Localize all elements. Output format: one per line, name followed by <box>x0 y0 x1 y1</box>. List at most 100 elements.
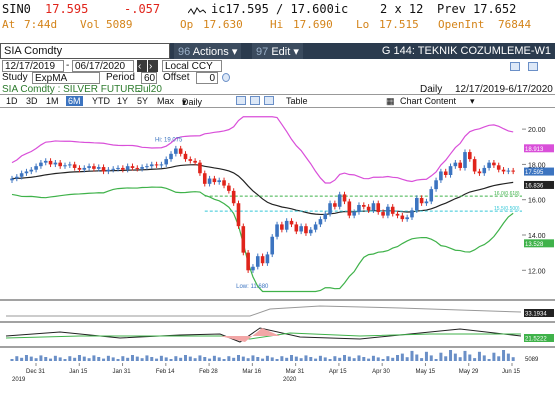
study-value: ExpMA <box>35 73 68 84</box>
end-date-field[interactable]: 06/17/2020 <box>72 60 134 72</box>
candle-chart-icon[interactable] <box>264 96 274 105</box>
volume-bar <box>343 355 347 361</box>
candle-body <box>318 219 323 225</box>
candle-body <box>429 189 434 202</box>
volume-bar <box>473 358 477 361</box>
start-date-field[interactable]: 12/17/2019 <box>2 60 64 72</box>
candle-body <box>265 254 270 264</box>
candle-body <box>77 167 82 170</box>
candle-body <box>443 171 448 175</box>
y-tick-label: 16.00 <box>528 198 546 205</box>
actions-label: Actions <box>192 46 229 58</box>
volume-bar <box>73 357 77 361</box>
x-year-label: 2019 <box>12 377 26 383</box>
period-3d[interactable]: 3D <box>26 96 38 106</box>
volume-bar <box>44 357 48 361</box>
volume-bar <box>135 356 139 361</box>
high-label: Hi <box>270 18 284 31</box>
candle-body <box>275 224 279 237</box>
volume-bar <box>261 358 265 361</box>
period-5y[interactable]: 5Y <box>137 96 148 106</box>
price-chart[interactable]: 12.0014.0016.0018.0020.0016.0(0.618)15.5… <box>0 110 555 400</box>
undo-icon[interactable] <box>510 62 520 71</box>
table-button[interactable]: Table <box>286 96 308 106</box>
volume-bar <box>183 355 187 361</box>
volume-bar <box>371 355 375 361</box>
ema-line <box>11 164 514 216</box>
volume-bar <box>53 355 57 361</box>
period-1y[interactable]: 1Y <box>117 96 128 106</box>
next-period-button[interactable]: › <box>148 60 158 72</box>
candle-body <box>270 236 275 255</box>
volume-bar <box>169 359 173 361</box>
candle-body <box>390 206 395 214</box>
security-field[interactable]: SIA Comdty <box>0 43 170 59</box>
candle-body <box>154 164 159 166</box>
chevron-down-icon[interactable]: ▾ <box>470 96 475 107</box>
redo-icon[interactable] <box>528 62 538 71</box>
volume-bar <box>270 357 274 361</box>
x-tick-label: Apr 30 <box>372 369 390 375</box>
candle-body <box>352 212 356 216</box>
bid-ask: ic17.595 / 17.600ic <box>211 2 349 16</box>
volume-bar <box>241 356 245 361</box>
candle-body <box>43 160 48 163</box>
volume-bar <box>203 357 207 361</box>
period-input[interactable]: 60 <box>141 72 157 84</box>
chart-content-button[interactable]: Chart Content <box>400 96 456 106</box>
volume-bar <box>463 350 467 361</box>
quote-line-2: At 7:44d Vol 5089 Op 17.630 Hi 17.690 Lo… <box>0 18 555 31</box>
offset-input[interactable]: 0 <box>196 72 218 84</box>
period-1m[interactable]: 1M <box>46 96 59 106</box>
volume-bar <box>367 358 371 361</box>
period-6m[interactable]: 6M <box>66 96 83 106</box>
candle-body <box>361 205 366 207</box>
actions-menu[interactable]: 96 Actions ▾ <box>174 43 242 59</box>
currency-select[interactable]: Local CCY <box>162 60 222 72</box>
volume-bar <box>217 357 221 361</box>
period-max[interactable]: Max <box>157 96 174 106</box>
chevron-right-icon: › <box>149 61 153 72</box>
study-select[interactable]: ExpMA <box>32 72 100 84</box>
volume-bar <box>381 359 385 361</box>
candle-body <box>434 180 438 190</box>
volume-bar <box>323 357 327 361</box>
volume-bar <box>77 355 81 361</box>
edit-menu[interactable]: 97 Edit ▾ <box>252 43 303 59</box>
volume-bar <box>92 355 96 361</box>
volume-bar <box>49 358 53 361</box>
volume-bar <box>400 353 404 361</box>
period-1d[interactable]: 1D <box>6 96 18 106</box>
candle-body <box>87 166 91 168</box>
candle-body <box>82 167 87 170</box>
volume-bar <box>357 355 361 361</box>
volume-bar <box>280 356 284 361</box>
time-value: 7:44d <box>24 18 58 31</box>
volume-bar <box>410 350 414 361</box>
candle-body <box>149 164 154 167</box>
candle-body <box>96 167 101 169</box>
x-tick-label: May 15 <box>415 369 435 375</box>
y-tick-label: 20.00 <box>528 127 546 134</box>
line-chart-icon[interactable] <box>236 96 246 105</box>
fib-label: 16.0(0.618) <box>494 191 520 197</box>
candle-body <box>323 213 328 220</box>
volume-bar <box>227 356 231 361</box>
bar-chart-icon[interactable] <box>250 96 260 105</box>
candle-body <box>357 205 361 213</box>
settings-icon[interactable] <box>222 73 230 82</box>
volume-bar <box>386 356 390 361</box>
candle-body <box>496 165 501 170</box>
lower-band-line <box>11 186 514 293</box>
candle-body <box>169 153 173 160</box>
candle-body <box>15 176 19 179</box>
panel2-tag: 21.5222 <box>525 337 547 343</box>
period-ytd[interactable]: YTD <box>92 96 110 106</box>
volume-bar <box>468 354 472 361</box>
net-change: -.057 <box>124 2 161 16</box>
volume-bar <box>121 356 125 361</box>
candle-body <box>231 190 236 204</box>
actions-number: 96 <box>178 46 191 58</box>
candle-body <box>29 169 34 172</box>
prev-period-button[interactable]: ‹ <box>137 60 147 72</box>
